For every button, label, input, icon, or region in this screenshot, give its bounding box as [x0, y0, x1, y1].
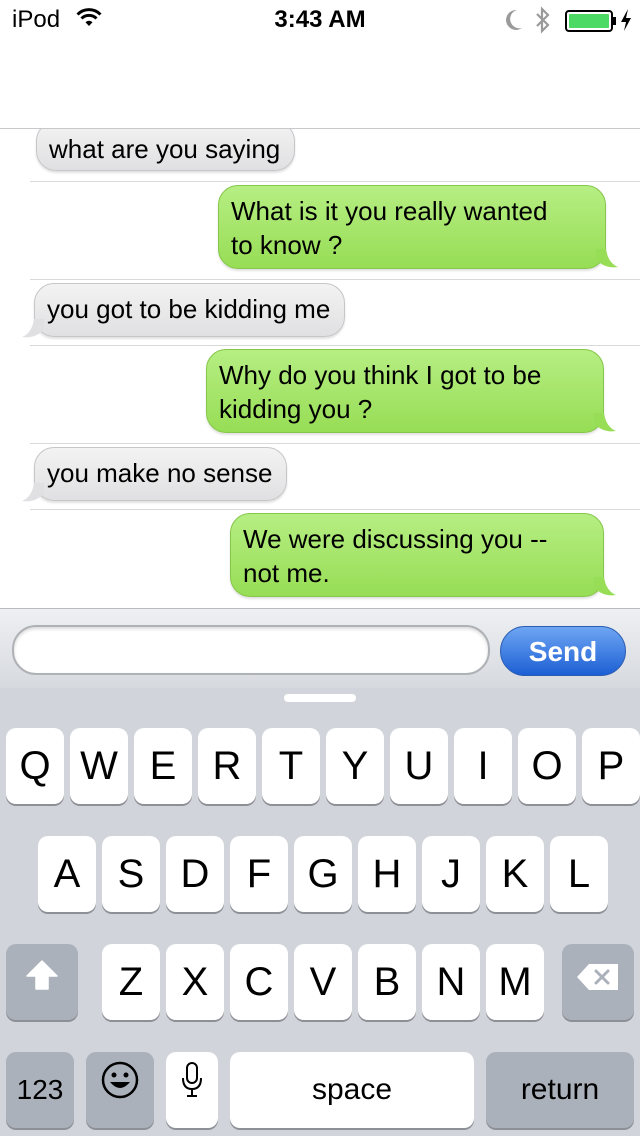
divider [30, 443, 640, 444]
status-bar: iPod 3:43 AM [0, 0, 640, 40]
key-u[interactable]: U [390, 728, 448, 804]
key-t[interactable]: T [262, 728, 320, 804]
moon-icon [504, 8, 524, 37]
message-bubble-outgoing: We were discussing you -- not me. [230, 513, 604, 597]
message-bubble-incoming: you make no sense [34, 447, 288, 501]
key-b[interactable]: B [358, 944, 416, 1020]
shift-icon [24, 945, 60, 1021]
key-l[interactable]: L [550, 836, 608, 912]
shift-key[interactable] [6, 944, 78, 1020]
divider [30, 181, 640, 182]
message-input[interactable] [12, 625, 490, 675]
keyboard: Q W E R T Y U I O P A S D F G H J K L Z … [0, 688, 640, 1136]
key-k[interactable]: K [486, 836, 544, 912]
bubble-tail [22, 483, 44, 502]
message-bubble-incoming: you got to be kidding me [34, 283, 346, 337]
key-n[interactable]: N [422, 944, 480, 1020]
send-button[interactable]: Send [500, 626, 626, 676]
key-x[interactable]: X [166, 944, 224, 1020]
space-key[interactable]: space [230, 1052, 474, 1128]
keyboard-handle[interactable] [284, 694, 356, 702]
key-q[interactable]: Q [6, 728, 64, 804]
bubble-tail [594, 413, 616, 432]
backspace-key[interactable] [562, 944, 634, 1020]
key-a[interactable]: A [38, 836, 96, 912]
message-bubble-outgoing: What is it you really wanted to know ? [218, 185, 606, 269]
key-d[interactable]: D [166, 836, 224, 912]
message-thread[interactable]: what are you saying What is it you reall… [0, 128, 640, 609]
divider [30, 345, 640, 346]
bluetooth-icon [534, 6, 552, 39]
key-g[interactable]: G [294, 836, 352, 912]
message-bubble-outgoing: Why do you think I got to be kidding you… [206, 349, 604, 433]
microphone-key[interactable] [166, 1052, 218, 1128]
message-composer: Send [0, 608, 640, 689]
bubble-tail [594, 577, 616, 596]
key-r[interactable]: R [198, 728, 256, 804]
bubble-tail [596, 249, 618, 268]
key-y[interactable]: Y [326, 728, 384, 804]
emoji-icon [100, 1053, 140, 1129]
key-f[interactable]: F [230, 836, 288, 912]
key-i[interactable]: I [454, 728, 512, 804]
microphone-icon [179, 1053, 205, 1129]
key-v[interactable]: V [294, 944, 352, 1020]
return-key[interactable]: return [486, 1052, 634, 1128]
emoji-key[interactable] [86, 1052, 154, 1128]
divider [30, 509, 640, 510]
key-c[interactable]: C [230, 944, 288, 1020]
key-z[interactable]: Z [102, 944, 160, 1020]
numbers-key[interactable]: 123 [6, 1052, 74, 1128]
key-e[interactable]: E [134, 728, 192, 804]
backspace-icon [575, 945, 621, 1021]
key-m[interactable]: M [486, 944, 544, 1020]
key-p[interactable]: P [582, 728, 640, 804]
message-bubble-incoming: what are you saying [36, 129, 296, 171]
bubble-tail [22, 319, 44, 338]
divider [30, 279, 640, 280]
key-w[interactable]: W [70, 728, 128, 804]
key-h[interactable]: H [358, 836, 416, 912]
key-s[interactable]: S [102, 836, 160, 912]
charging-icon [619, 8, 633, 37]
key-j[interactable]: J [422, 836, 480, 912]
battery-icon [565, 10, 617, 37]
key-o[interactable]: O [518, 728, 576, 804]
